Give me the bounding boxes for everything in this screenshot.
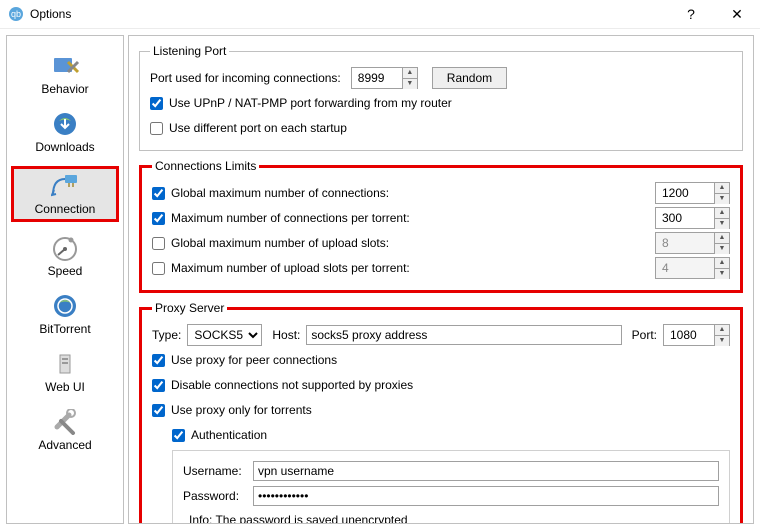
sidebar-item-speed[interactable]: Speed bbox=[7, 234, 123, 278]
connlimits-legend: Connections Limits bbox=[152, 159, 259, 173]
sidebar-item-downloads[interactable]: Downloads bbox=[7, 110, 123, 154]
svg-text:qb: qb bbox=[11, 9, 21, 19]
spin-up-icon[interactable]: ▲ bbox=[403, 68, 417, 79]
sidebar-item-label: Behavior bbox=[41, 82, 88, 96]
password-label: Password: bbox=[183, 489, 253, 503]
sidebar-item-connection[interactable]: Connection bbox=[13, 168, 117, 220]
close-button[interactable]: ✕ bbox=[714, 0, 760, 28]
proxy-port-spinner[interactable]: ▲▼ bbox=[663, 324, 730, 346]
diff-port-checkbox[interactable]: Use different port on each startup bbox=[150, 121, 347, 135]
sidebar-item-webui[interactable]: Web UI bbox=[7, 350, 123, 394]
downloads-icon bbox=[49, 110, 81, 138]
spin-down-icon[interactable]: ▼ bbox=[403, 79, 417, 89]
advanced-icon bbox=[49, 408, 81, 436]
proxy-host-input[interactable] bbox=[306, 325, 621, 345]
global-max-spinner[interactable]: ▲▼ bbox=[655, 182, 730, 204]
proxy-type-select[interactable]: SOCKS5 bbox=[187, 324, 262, 346]
upload-slots-pt-checkbox[interactable]: Maximum number of upload slots per torre… bbox=[152, 261, 410, 275]
random-button[interactable]: Random bbox=[432, 67, 507, 89]
listening-legend: Listening Port bbox=[150, 44, 229, 58]
help-button[interactable]: ? bbox=[668, 0, 714, 28]
proxy-only-torrents-checkbox[interactable]: Use proxy only for torrents bbox=[152, 403, 312, 417]
username-input[interactable] bbox=[253, 461, 719, 481]
per-torrent-spinner[interactable]: ▲▼ bbox=[655, 207, 730, 229]
sidebar-item-label: Downloads bbox=[35, 140, 94, 154]
connection-icon bbox=[49, 172, 81, 200]
per-torrent-checkbox[interactable]: Maximum number of connections per torren… bbox=[152, 211, 410, 225]
webui-icon bbox=[49, 350, 81, 378]
sidebar-item-label: Connection bbox=[35, 202, 96, 216]
password-input[interactable] bbox=[253, 486, 719, 506]
username-label: Username: bbox=[183, 464, 253, 478]
sidebar-item-label: Web UI bbox=[45, 380, 85, 394]
upload-slots-checkbox[interactable]: Global maximum number of upload slots: bbox=[152, 236, 389, 250]
app-icon: qb bbox=[8, 6, 24, 22]
proxy-auth-checkbox[interactable]: Authentication bbox=[172, 428, 267, 442]
proxy-legend: Proxy Server bbox=[152, 301, 227, 315]
proxy-peer-checkbox[interactable]: Use proxy for peer connections bbox=[152, 353, 337, 367]
password-info: Info: The password is saved unencrypted bbox=[189, 513, 719, 524]
behaviour-icon bbox=[49, 52, 81, 80]
proxy-server-group: Proxy Server Type: SOCKS5 Host: Port: ▲▼… bbox=[139, 301, 743, 524]
window-title: Options bbox=[30, 7, 668, 21]
global-max-checkbox[interactable]: Global maximum number of connections: bbox=[152, 186, 389, 200]
sidebar-item-bittorrent[interactable]: BitTorrent bbox=[7, 292, 123, 336]
upnp-checkbox[interactable]: Use UPnP / NAT-PMP port forwarding from … bbox=[150, 96, 452, 110]
upload-slots-pt-spinner: ▲▼ bbox=[655, 257, 730, 279]
proxy-host-label: Host: bbox=[272, 328, 300, 342]
proxy-type-label: Type: bbox=[152, 328, 181, 342]
proxy-port-label: Port: bbox=[632, 328, 657, 342]
port-label: Port used for incoming connections: bbox=[150, 71, 341, 85]
sidebar-item-label: Speed bbox=[48, 264, 83, 278]
port-spinner[interactable]: ▲▼ bbox=[351, 67, 418, 89]
port-input[interactable] bbox=[352, 68, 402, 88]
sidebar-item-behavior[interactable]: Behavior bbox=[7, 52, 123, 96]
auth-box: Username: Password: Info: The password i… bbox=[172, 450, 730, 524]
proxy-disable-checkbox[interactable]: Disable connections not supported by pro… bbox=[152, 378, 413, 392]
titlebar: qb Options ? ✕ bbox=[0, 0, 760, 29]
sidebar: Behavior Downloads Connection Speed BitT… bbox=[6, 35, 124, 524]
main-panel: Listening Port Port used for incoming co… bbox=[128, 35, 754, 524]
upload-slots-spinner: ▲▼ bbox=[655, 232, 730, 254]
sidebar-item-label: Advanced bbox=[38, 438, 91, 452]
listening-port-group: Listening Port Port used for incoming co… bbox=[139, 44, 743, 151]
speed-icon bbox=[49, 234, 81, 262]
sidebar-item-label: BitTorrent bbox=[39, 322, 90, 336]
sidebar-item-advanced[interactable]: Advanced bbox=[7, 408, 123, 452]
bittorrent-icon bbox=[49, 292, 81, 320]
connections-limits-group: Connections Limits Global maximum number… bbox=[139, 159, 743, 293]
